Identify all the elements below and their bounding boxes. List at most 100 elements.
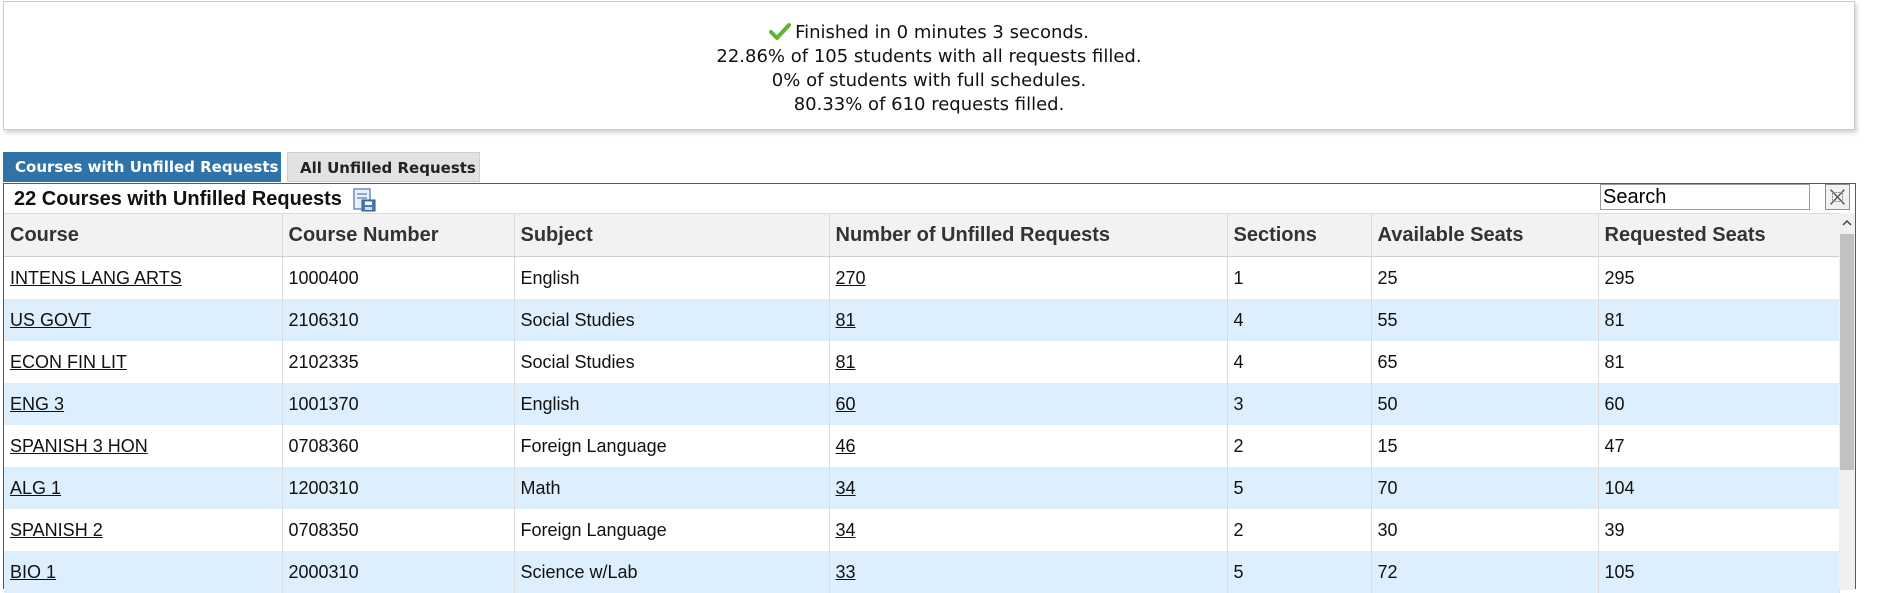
course-link[interactable]: ALG 1 <box>10 478 61 498</box>
unfilled-requests-link[interactable]: 81 <box>836 352 856 372</box>
unfilled-cell: 81 <box>829 341 1228 383</box>
unfilled-requests-link[interactable]: 270 <box>836 268 866 288</box>
requested-seats-cell: 60 <box>1598 383 1840 425</box>
table-row: SPANISH 2 0708350 Foreign Language 34 2 … <box>4 509 1840 551</box>
course-cell: SPANISH 2 <box>4 509 283 551</box>
summary-finished: Finished in 0 minutes 3 seconds. <box>795 22 1089 43</box>
table-row: ALG 1 1200310 Math 34 5 70 104 <box>4 467 1840 509</box>
sections-cell: 2 <box>1227 509 1372 551</box>
check-icon <box>769 23 792 40</box>
requested-seats-cell: 81 <box>1598 341 1840 383</box>
available-seats-cell: 50 <box>1371 383 1599 425</box>
unfilled-requests-link[interactable]: 33 <box>836 562 856 582</box>
column-header-sections[interactable]: Sections <box>1227 213 1372 257</box>
available-seats-cell: 72 <box>1371 551 1599 593</box>
requested-seats-cell: 104 <box>1598 467 1840 509</box>
summary-requests-filled: 80.33% of 610 requests filled. <box>793 94 1065 115</box>
table-row: INTENS LANG ARTS 1000400 English 270 1 2… <box>4 256 1840 299</box>
course-link[interactable]: SPANISH 3 HON <box>10 436 148 456</box>
courses-table: Course Course Number Subject Number of U… <box>4 213 1840 593</box>
unfilled-cell: 34 <box>829 509 1228 551</box>
unfilled-requests-link[interactable]: 60 <box>836 394 856 414</box>
results-summary: Finished in 0 minutes 3 seconds. 22.86% … <box>3 1 1855 130</box>
unfilled-requests-link[interactable]: 34 <box>836 520 856 540</box>
unfilled-requests-link[interactable]: 46 <box>836 436 856 456</box>
subject-cell: Social Studies <box>514 341 830 383</box>
course-number-cell: 1000400 <box>282 256 515 299</box>
tab-all-unfilled-requests[interactable]: All Unfilled Requests <box>287 152 480 182</box>
subject-cell: English <box>514 383 830 425</box>
course-cell: ENG 3 <box>4 383 283 425</box>
course-number-cell: 1200310 <box>282 467 515 509</box>
column-header-unfilled-requests[interactable]: Number of Unfilled Requests <box>829 213 1228 257</box>
unfilled-requests-link[interactable]: 81 <box>836 310 856 330</box>
course-link[interactable]: INTENS LANG ARTS <box>10 268 182 288</box>
unfilled-cell: 270 <box>829 256 1228 299</box>
table-row: ENG 3 1001370 English 60 3 50 60 <box>4 383 1840 425</box>
course-link[interactable]: ENG 3 <box>10 394 64 414</box>
course-number-cell: 0708360 <box>282 425 515 467</box>
course-link[interactable]: US GOVT <box>10 310 91 330</box>
requested-seats-cell: 105 <box>1598 551 1840 593</box>
sections-cell: 3 <box>1227 383 1372 425</box>
course-cell: SPANISH 3 HON <box>4 425 283 467</box>
unfilled-cell: 34 <box>829 467 1228 509</box>
column-header-requested-seats[interactable]: Requested Seats <box>1598 213 1840 257</box>
tab-courses-with-unfilled-requests[interactable]: Courses with Unfilled Requests <box>3 152 281 182</box>
scrollbar-thumb[interactable] <box>1840 234 1854 470</box>
export-icon[interactable] <box>351 187 377 213</box>
column-header-course-number[interactable]: Course Number <box>282 213 515 257</box>
clear-search-icon[interactable] <box>1825 184 1850 210</box>
course-number-cell: 2000310 <box>282 551 515 593</box>
column-header-course[interactable]: Course <box>4 213 283 257</box>
course-link[interactable]: ECON FIN LIT <box>10 352 127 372</box>
unfilled-requests-link[interactable]: 34 <box>836 478 856 498</box>
search-input[interactable] <box>1600 184 1810 210</box>
available-seats-cell: 55 <box>1371 299 1599 341</box>
course-number-cell: 0708350 <box>282 509 515 551</box>
subject-cell: Social Studies <box>514 299 830 341</box>
course-cell: INTENS LANG ARTS <box>4 256 283 299</box>
requested-seats-cell: 47 <box>1598 425 1840 467</box>
course-cell: BIO 1 <box>4 551 283 593</box>
sections-cell: 4 <box>1227 341 1372 383</box>
course-link[interactable]: SPANISH 2 <box>10 520 103 540</box>
course-cell: ECON FIN LIT <box>4 341 283 383</box>
requested-seats-cell: 81 <box>1598 299 1840 341</box>
requested-seats-cell: 39 <box>1598 509 1840 551</box>
unfilled-cell: 46 <box>829 425 1228 467</box>
course-cell: ALG 1 <box>4 467 283 509</box>
summary-full-schedules: 0% of students with full schedules. <box>771 70 1087 91</box>
subject-cell: Foreign Language <box>514 425 830 467</box>
subject-cell: Foreign Language <box>514 509 830 551</box>
vertical-scrollbar[interactable] <box>1839 213 1855 590</box>
available-seats-cell: 30 <box>1371 509 1599 551</box>
sections-cell: 4 <box>1227 299 1372 341</box>
available-seats-cell: 65 <box>1371 341 1599 383</box>
summary-finished-line: Finished in 0 minutes 3 seconds. <box>4 21 1854 45</box>
sections-cell: 5 <box>1227 551 1372 593</box>
available-seats-cell: 25 <box>1371 256 1599 299</box>
course-number-cell: 1001370 <box>282 383 515 425</box>
summary-students-filled: 22.86% of 105 students with all requests… <box>716 46 1142 67</box>
subject-cell: Science w/Lab <box>514 551 830 593</box>
course-number-cell: 2106310 <box>282 299 515 341</box>
column-header-subject[interactable]: Subject <box>514 213 830 257</box>
column-header-available-seats[interactable]: Available Seats <box>1371 213 1599 257</box>
subject-cell: English <box>514 256 830 299</box>
sections-cell: 5 <box>1227 467 1372 509</box>
course-cell: US GOVT <box>4 299 283 341</box>
panel-title: 22 Courses with Unfilled Requests <box>14 188 342 210</box>
course-number-cell: 2102335 <box>282 341 515 383</box>
table-row: US GOVT 2106310 Social Studies 81 4 55 8… <box>4 299 1840 341</box>
sections-cell: 2 <box>1227 425 1372 467</box>
unfilled-cell: 60 <box>829 383 1228 425</box>
available-seats-cell: 15 <box>1371 425 1599 467</box>
course-link[interactable]: BIO 1 <box>10 562 56 582</box>
table-row: BIO 1 2000310 Science w/Lab 33 5 72 105 <box>4 551 1840 593</box>
requested-seats-cell: 295 <box>1598 256 1840 299</box>
unfilled-cell: 33 <box>829 551 1228 593</box>
courses-grid: Course Course Number Subject Number of U… <box>4 213 1840 593</box>
scroll-up-arrow-icon[interactable] <box>1839 213 1855 233</box>
table-row: ECON FIN LIT 2102335 Social Studies 81 4… <box>4 341 1840 383</box>
